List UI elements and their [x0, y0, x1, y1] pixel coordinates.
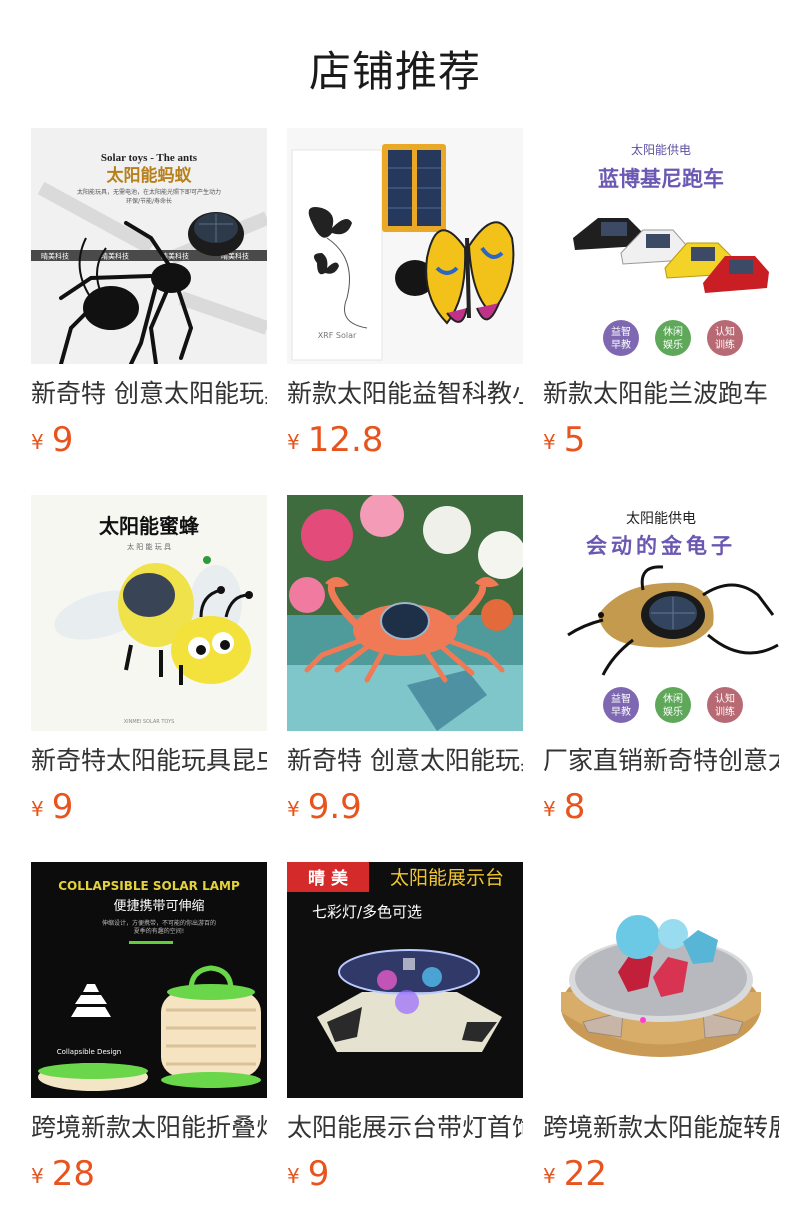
thumb-subtitle: 太阳能蚂蚁 — [107, 165, 193, 186]
svg-text:早教: 早教 — [611, 338, 631, 351]
thumb-top: 太阳能供电 — [626, 511, 696, 527]
product-card[interactable]: 跨境新款太阳能旋转展示台 ¥22 — [543, 862, 779, 1229]
product-image[interactable]: XRF Solar — [287, 128, 523, 364]
product-price: ¥22 — [543, 1154, 779, 1194]
brand-label: 晴 美 — [308, 868, 349, 889]
currency-symbol: ¥ — [31, 797, 44, 821]
currency-symbol: ¥ — [287, 797, 300, 821]
product-image[interactable]: 太阳能蜜蜂 太 阳 能 玩 具 XINMEI SOLAR TOYS — [31, 495, 267, 731]
thumb-footer: XINMEI SOLAR TOYS — [124, 719, 175, 725]
product-card[interactable]: 太阳能供电 蓝博基尼跑车 益智 早教 休闲 娱乐 认知 训练 新款太阳能兰波跑车… — [543, 128, 779, 495]
product-name[interactable]: 太阳能展示台带灯首饰 — [287, 1112, 523, 1144]
price-value: 9 — [51, 420, 74, 460]
thumb-caption: 太阳能玩具，无需电池，在太阳能光照下即可产生动力 — [77, 188, 221, 196]
product-name[interactable]: 新款太阳能益智科教小蝴蝶 — [287, 378, 523, 410]
thumb-caption2: 环保/节能/寿命长 — [126, 197, 172, 205]
thumb-small: Collapsible Design — [57, 1048, 121, 1056]
product-card[interactable]: XRF Solar 新款太阳能益智科教小蝴蝶 ¥12.8 — [287, 128, 523, 495]
product-name[interactable]: 新奇特 创意太阳能玩具 — [31, 378, 267, 410]
currency-symbol: ¥ — [543, 430, 556, 454]
currency-symbol: ¥ — [287, 430, 300, 454]
ant-icon: Solar toys - The ants 太阳能蚂蚁 太阳能玩具，无需电池，在… — [31, 128, 267, 364]
product-name[interactable]: 厂家直销新奇特创意太阳能 — [543, 745, 779, 777]
product-price: ¥28 — [31, 1154, 267, 1194]
product-card[interactable]: 新奇特 创意太阳能玩具螃蟹 ¥9.9 — [287, 495, 523, 862]
svg-text:益智: 益智 — [611, 325, 631, 338]
thumb-caption: 伸缩设计，方便携带，不可能的你出游百的 — [102, 919, 216, 927]
price-value: 22 — [563, 1154, 607, 1194]
product-card[interactable]: 太阳能蜜蜂 太 阳 能 玩 具 XINMEI SOLAR TOYS 新奇特太阳能… — [31, 495, 267, 862]
price-value: 9 — [51, 787, 74, 827]
svg-text:训练: 训练 — [715, 705, 735, 718]
product-image[interactable]: 晴 美 太阳能展示台 七彩灯/多色可选 — [287, 862, 523, 1098]
product-image[interactable]: Solar toys - The ants 太阳能蚂蚁 太阳能玩具，无需电池，在… — [31, 128, 267, 364]
product-card[interactable]: Solar toys - The ants 太阳能蚂蚁 太阳能玩具，无需电池，在… — [31, 128, 267, 495]
crab-icon — [287, 495, 523, 731]
currency-symbol: ¥ — [31, 430, 44, 454]
product-card[interactable]: 太阳能供电 会动的金龟子 益智 早教 休闲 娱乐 认知 训练 厂家直销新奇特创意… — [543, 495, 779, 862]
thumb-title: 会动的金龟子 — [586, 534, 736, 558]
product-price: ¥9 — [31, 420, 267, 460]
thumb-subtitle: 七彩灯/多色可选 — [312, 903, 422, 921]
brand-strip: 晴美科技 — [41, 252, 69, 261]
thumb-title: 太阳能展示台 — [390, 867, 504, 889]
product-price: ¥9.9 — [287, 787, 523, 827]
thumb-title: 蓝博基尼跑车 — [598, 167, 724, 191]
svg-text:益智: 益智 — [611, 692, 631, 705]
svg-text:训练: 训练 — [715, 338, 735, 351]
product-name[interactable]: 新奇特 创意太阳能玩具螃蟹 — [287, 745, 523, 777]
product-grid: Solar toys - The ants 太阳能蚂蚁 太阳能玩具，无需电池，在… — [31, 128, 779, 1229]
product-name[interactable]: 新款太阳能兰波跑车 — [543, 378, 779, 410]
svg-text:休闲: 休闲 — [663, 325, 683, 338]
thumb-subtitle: 太 阳 能 玩 具 — [127, 542, 171, 551]
thumb-top: 太阳能供电 — [631, 142, 691, 157]
thumb-title: Solar toys - The ants — [101, 152, 198, 164]
price-value: 12.8 — [307, 420, 384, 460]
thumb-subtitle: 便捷携带可伸缩 — [113, 898, 204, 914]
lantern-icon: COLLAPSIBLE SOLAR LAMP 便捷携带可伸缩 伸缩设计，方便携带… — [31, 862, 267, 1098]
currency-symbol: ¥ — [287, 1164, 300, 1188]
product-name[interactable]: 跨境新款太阳能折叠灯笼 — [31, 1112, 267, 1144]
gem-display-icon — [543, 862, 779, 1098]
product-price: ¥12.8 — [287, 420, 523, 460]
product-price: ¥8 — [543, 787, 779, 827]
price-value: 5 — [563, 420, 586, 460]
product-name[interactable]: 跨境新款太阳能旋转展示台 — [543, 1112, 779, 1144]
svg-text:认知: 认知 — [715, 325, 735, 338]
currency-symbol: ¥ — [543, 1164, 556, 1188]
butterfly-icon: XRF Solar — [287, 128, 523, 364]
thumb-title: COLLAPSIBLE SOLAR LAMP — [58, 879, 240, 893]
currency-symbol: ¥ — [543, 797, 556, 821]
price-value: 28 — [51, 1154, 95, 1194]
price-value: 9.9 — [307, 787, 362, 827]
beetle-icon: 太阳能供电 会动的金龟子 益智 早教 休闲 娱乐 认知 训练 — [543, 495, 779, 731]
product-card[interactable]: COLLAPSIBLE SOLAR LAMP 便捷携带可伸缩 伸缩设计，方便携带… — [31, 862, 267, 1229]
price-value: 9 — [307, 1154, 330, 1194]
product-price: ¥9 — [31, 787, 267, 827]
race-car-icon: 太阳能供电 蓝博基尼跑车 益智 早教 休闲 娱乐 认知 训练 — [543, 128, 779, 364]
turntable-icon: 晴 美 太阳能展示台 七彩灯/多色可选 — [287, 862, 523, 1098]
svg-text:娱乐: 娱乐 — [663, 705, 683, 718]
currency-symbol: ¥ — [31, 1164, 44, 1188]
product-price: ¥5 — [543, 420, 779, 460]
product-image[interactable] — [287, 495, 523, 731]
svg-text:早教: 早教 — [611, 705, 631, 718]
svg-text:休闲: 休闲 — [663, 692, 683, 705]
product-image[interactable]: COLLAPSIBLE SOLAR LAMP 便捷携带可伸缩 伸缩设计，方便携带… — [31, 862, 267, 1098]
product-image[interactable]: 太阳能供电 蓝博基尼跑车 益智 早教 休闲 娱乐 认知 训练 — [543, 128, 779, 364]
product-name[interactable]: 新奇特太阳能玩具昆虫蜜蜂 — [31, 745, 267, 777]
thumb-title: 太阳能蜜蜂 — [99, 514, 200, 538]
svg-text:认知: 认知 — [715, 692, 735, 705]
svg-text:娱乐: 娱乐 — [663, 338, 683, 351]
page-title: 店铺推荐 — [308, 47, 481, 96]
price-value: 8 — [563, 787, 586, 827]
box-label: XRF Solar — [318, 331, 357, 340]
svg-text:晴美科技: 晴美科技 — [101, 252, 129, 261]
thumb-caption2: 夏季的有趣的空间! — [134, 927, 184, 935]
product-card[interactable]: 晴 美 太阳能展示台 七彩灯/多色可选 太阳能展示台带灯首饰 ¥9 — [287, 862, 523, 1229]
product-image[interactable]: 太阳能供电 会动的金龟子 益智 早教 休闲 娱乐 认知 训练 — [543, 495, 779, 731]
product-image[interactable] — [543, 862, 779, 1098]
product-price: ¥9 — [287, 1154, 523, 1194]
bee-icon: 太阳能蜜蜂 太 阳 能 玩 具 XINMEI SOLAR TOYS — [31, 495, 267, 731]
